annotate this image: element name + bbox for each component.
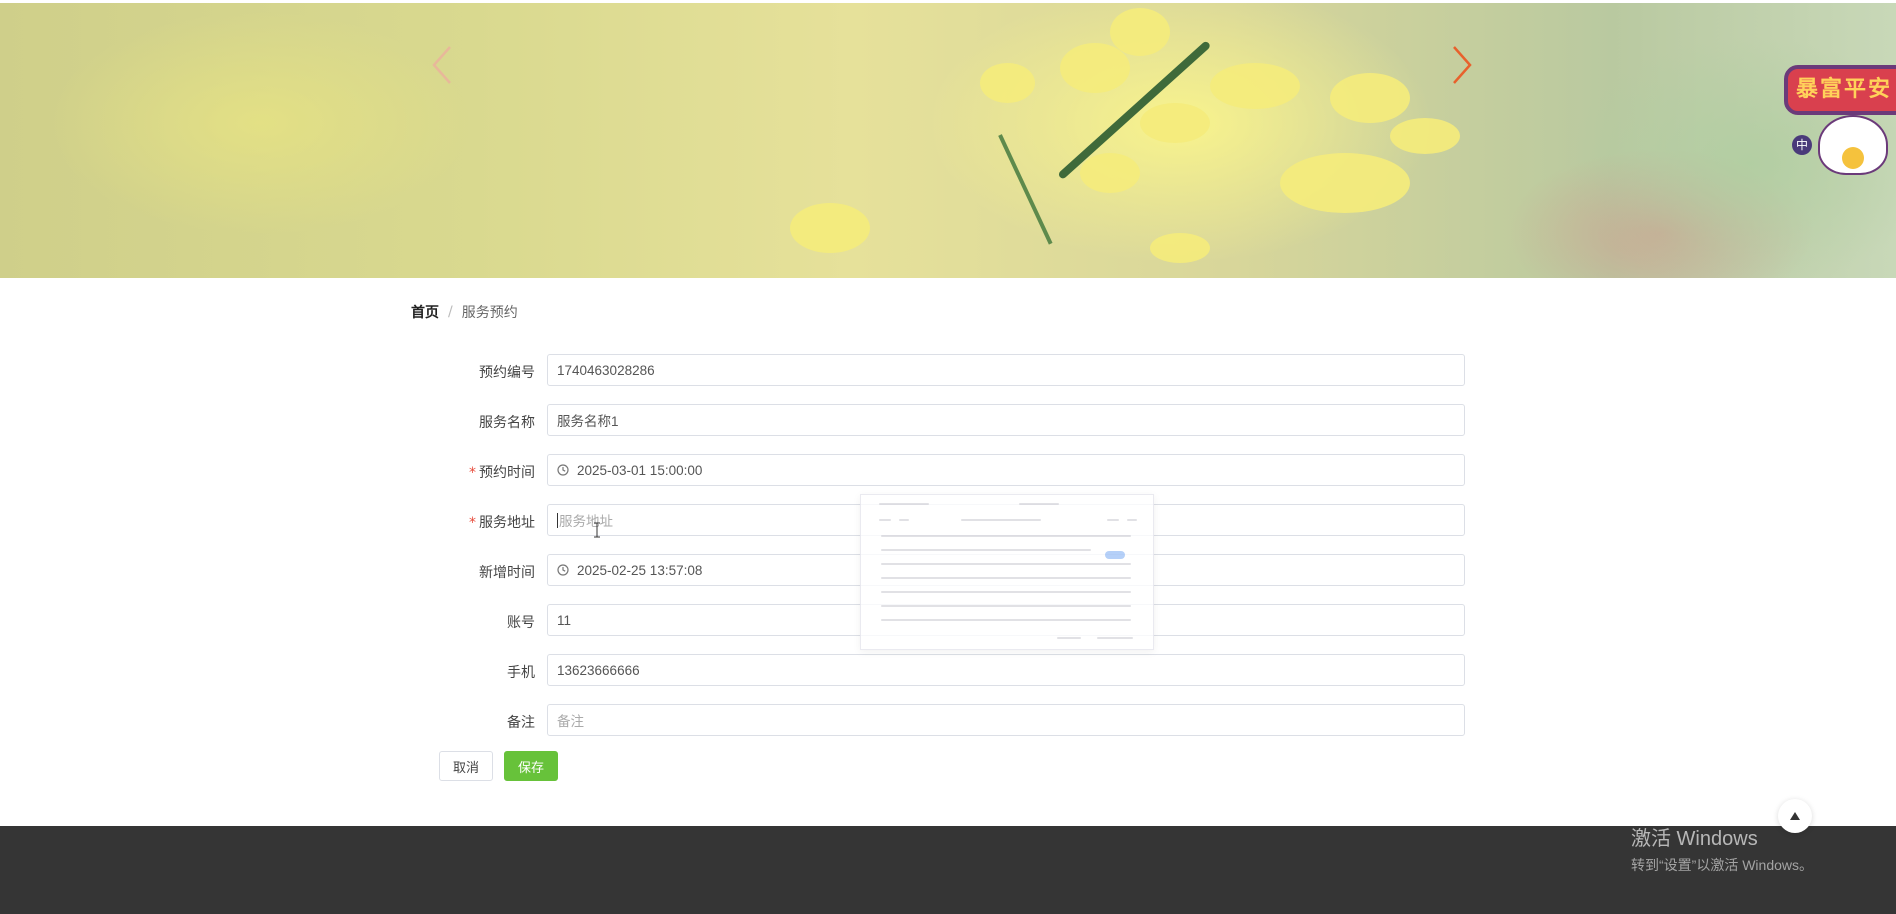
banner-flower xyxy=(790,203,870,253)
banner-flower xyxy=(1150,233,1210,263)
cat-mascot-icon xyxy=(1818,115,1888,175)
banner-flower xyxy=(1110,8,1170,56)
cancel-button[interactable]: 取消 xyxy=(439,751,494,781)
banner-flower xyxy=(1210,63,1300,109)
breadcrumb-separator: / xyxy=(448,304,453,320)
badge-small-label: 中 xyxy=(1792,135,1812,155)
caret-up-icon xyxy=(1790,812,1800,820)
account-input[interactable]: 11 xyxy=(547,604,1465,636)
banner-flower xyxy=(1390,118,1460,154)
banner-flower xyxy=(1060,43,1130,93)
account-label: 账号 xyxy=(507,615,535,631)
watermark-subtitle: 转到“设置”以激活 Windows。 xyxy=(1631,857,1814,873)
form-row-phone: 手机 13623666666 xyxy=(420,654,1465,704)
breadcrumb: 首页 / 服务预约 xyxy=(411,302,518,322)
text-caret xyxy=(557,512,558,528)
banner-flower xyxy=(980,63,1035,103)
booking-time-picker[interactable]: 2025-03-01 15:00:00 xyxy=(547,454,1465,486)
clock-icon xyxy=(557,564,569,576)
banner-stem-branch xyxy=(998,134,1053,245)
text-cursor-icon xyxy=(592,522,602,538)
save-button[interactable]: 保存 xyxy=(504,751,559,781)
banner-flower xyxy=(1330,73,1410,123)
service-name-label: 服务名称 xyxy=(479,415,535,431)
form-row-created-time: 新增时间 2025-02-25 13:57:08 xyxy=(420,554,1465,604)
windows-activation-watermark: 激活 Windows 转到“设置”以激活 Windows。 xyxy=(1631,826,1813,874)
badge-sign: 暴富平安 xyxy=(1784,65,1896,115)
service-address-input[interactable]: 服务地址 xyxy=(547,504,1465,536)
carousel-next-button[interactable] xyxy=(1448,43,1476,87)
form-row-account: 账号 11 xyxy=(420,604,1465,654)
form-row-booking-time: * 预约时间 2025-03-01 15:00:00 xyxy=(420,454,1465,504)
created-time-label: 新增时间 xyxy=(479,565,535,581)
booking-time-label: * 预约时间 xyxy=(469,465,535,481)
form-row-service-address: * 服务地址 服务地址 xyxy=(420,504,1465,554)
banner-flower xyxy=(1080,153,1140,193)
watermark-title: 激活 Windows xyxy=(1631,828,1758,850)
banner-flower xyxy=(1140,103,1210,143)
form-row-booking-number: 预约编号 1740463028286 xyxy=(420,354,1465,404)
form-actions: 取消 保存 xyxy=(439,751,559,781)
breadcrumb-current: 服务预约 xyxy=(461,305,518,321)
remark-label: 备注 xyxy=(507,715,535,731)
breadcrumb-home[interactable]: 首页 xyxy=(411,302,439,322)
service-address-label: * 服务地址 xyxy=(469,515,535,531)
service-name-input[interactable]: 服务名称1 xyxy=(547,404,1465,436)
form-row-service-name: 服务名称 服务名称1 xyxy=(420,404,1465,454)
booking-number-label: 预约编号 xyxy=(479,365,535,381)
required-mark: * xyxy=(469,515,476,531)
remark-input[interactable]: 备注 xyxy=(547,704,1465,736)
booking-form: 预约编号 1740463028286 服务名称 服务名称1 * 预约时间 2025… xyxy=(420,354,1465,754)
carousel-prev-button[interactable] xyxy=(428,43,456,87)
banner-flower xyxy=(1280,153,1410,213)
booking-number-input[interactable]: 1740463028286 xyxy=(547,354,1465,386)
phone-label: 手机 xyxy=(507,665,535,681)
phone-input[interactable]: 13623666666 xyxy=(547,654,1465,686)
chevron-right-icon xyxy=(1453,46,1472,84)
page-footer xyxy=(0,826,1896,914)
clock-icon xyxy=(557,464,569,476)
mascot-badge[interactable]: 暴富平安 中 xyxy=(1784,65,1896,175)
chevron-left-icon xyxy=(432,46,451,84)
required-mark: * xyxy=(469,465,476,481)
form-row-remark: 备注 备注 xyxy=(420,704,1465,754)
banner-carousel: 暴富平安 中 xyxy=(0,3,1896,278)
created-time-picker[interactable]: 2025-02-25 13:57:08 xyxy=(547,554,1465,586)
